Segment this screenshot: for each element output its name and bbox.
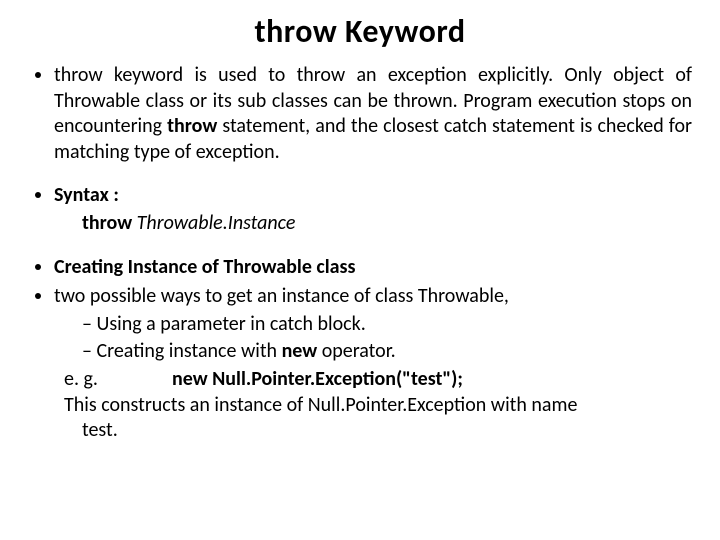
creating-heading: Creating Instance of Throwable class (54, 255, 356, 279)
syntax-instance: Throwable.Instance (132, 211, 295, 235)
bullet-syntax: Syntax : throw Throwable.Instance (54, 183, 692, 236)
sub2-a: Creating instance with (96, 339, 281, 363)
sub2-new: new (282, 339, 318, 363)
syntax-throw: throw (82, 211, 132, 235)
bullet-intro: throw keyword is used to throw an except… (54, 63, 692, 165)
sub-list: Using a parameter in catch block. Creati… (54, 312, 692, 365)
eg-code: new Null.Pointer.Exception("test"); (172, 367, 463, 391)
slide-title: throw Keyword (28, 12, 692, 51)
bullet-two-ways: two possible ways to get an instance of … (54, 284, 692, 444)
construct-line-1: This constructs an instance of Null.Poin… (54, 393, 692, 419)
intro-throw-bold: throw (167, 114, 217, 138)
sub2-b: operator. (317, 339, 396, 363)
eg-label: e. g. (64, 367, 172, 393)
syntax-label: Syntax : (54, 183, 119, 207)
sub-item-2: Creating instance with new operator. (82, 339, 692, 365)
construct-line-2: test. (54, 418, 692, 444)
bullet-creating-heading: Creating Instance of Throwable class (54, 255, 692, 281)
example-line: e. g.new Null.Pointer.Exception("test"); (54, 367, 692, 393)
two-ways-text: two possible ways to get an instance of … (54, 284, 509, 308)
syntax-line: throw Throwable.Instance (54, 211, 692, 237)
bullet-list: throw keyword is used to throw an except… (28, 63, 692, 444)
slide: throw Keyword throw keyword is used to t… (0, 0, 720, 540)
sub-item-1: Using a parameter in catch block. (82, 312, 692, 338)
